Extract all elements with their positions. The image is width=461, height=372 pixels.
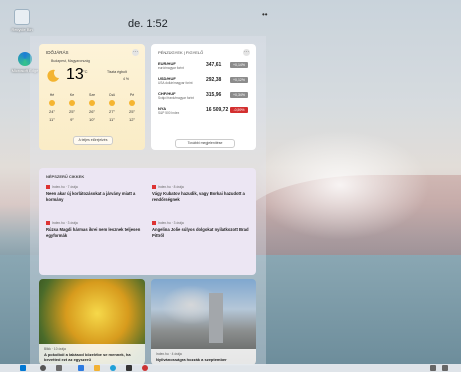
article-source: Index.hu · 4 órája — [156, 352, 182, 356]
stocks-title: PÉNZÜGYEK | FIGYELŐ — [158, 50, 204, 55]
forecast-high: 24° — [48, 109, 56, 114]
article-source: Blikk · 10 órája — [44, 347, 66, 351]
weather-condition: Tiszta égbolt — [107, 70, 127, 74]
article-headline[interactable]: Rúzsa Magdi hármas ikrei nem lesznek tel… — [46, 227, 144, 239]
recycle-bin-shortcut[interactable]: Recycle Bin — [5, 9, 39, 32]
article-source: Index.hu · 8 órája — [152, 185, 250, 190]
weather-unit[interactable]: °C — [83, 69, 88, 74]
article-source-text: Index.hu · 3 órája — [158, 221, 184, 225]
stock-value: 347,61 — [206, 62, 222, 68]
drag-handle[interactable]: •• — [262, 10, 268, 19]
weather-location: Budapest, Magyarország — [51, 59, 90, 63]
file-explorer-icon[interactable] — [94, 365, 100, 371]
article-headline[interactable]: Angelina Jolie súlyos dolgokat nyilatkoz… — [152, 227, 250, 239]
app-icon[interactable] — [142, 365, 148, 371]
task-view-icon[interactable] — [56, 365, 62, 371]
start-icon[interactable] — [20, 365, 26, 371]
wallpaper-glow — [250, 130, 430, 240]
news-image-card-left[interactable]: Blikk · 10 órája A pokolból a lakásod kö… — [39, 279, 145, 365]
stock-value: 16 509,72 — [206, 107, 229, 113]
source-logo-icon — [152, 185, 156, 190]
recycle-bin-icon — [14, 9, 30, 25]
article-source-text: Index.hu · 7 órája — [52, 185, 78, 189]
weather-title: IDŐJÁRÁS — [46, 50, 69, 55]
news-item[interactable]: Index.hu · 7 órája Neen akar új korlátozá… — [46, 185, 144, 203]
stock-row[interactable]: NYA S&P 500 Index 16 509,72 -0,59% — [158, 106, 250, 118]
source-logo-icon — [46, 185, 50, 190]
source-logo-icon — [152, 221, 156, 226]
widgets-icon[interactable] — [78, 365, 84, 371]
image-caption: Blikk · 10 órája A pokolból a lakásod kö… — [39, 344, 145, 365]
stocks-widget[interactable]: PÉNZÜGYEK | FIGYELŐ ··· EUR/HUF euró/magy… — [151, 44, 256, 150]
article-source: Index.hu · 3 órája — [46, 221, 144, 226]
article-headline[interactable]: Neen akar új korlátozásokat a járvány mi… — [46, 191, 144, 203]
news-item[interactable]: Index.hu · 3 órája Angelina Jolie súlyos … — [152, 221, 250, 239]
article-headline[interactable]: Nyilvánosságra hozzák a szeptember — [156, 357, 251, 362]
forecast-day: Hé 24° 11° — [45, 93, 59, 122]
stock-change-badge: +0,34% — [230, 92, 248, 98]
image-caption: Index.hu · 4 órája Nyilvánosságra hozzák… — [151, 349, 256, 365]
news-item[interactable]: Index.hu · 3 órája Rúzsa Magdi hármas ikr… — [46, 221, 144, 239]
tower-image — [209, 293, 223, 343]
stock-row[interactable]: EUR/HUF euró/magyar forint 347,61 +0,14% — [158, 61, 250, 73]
stock-change-badge: -0,59% — [230, 107, 248, 113]
stock-row[interactable]: USD/HUF USA dollár/magyar forint 292,38 +0,… — [158, 76, 250, 88]
stock-name: S&P 500 Index — [158, 111, 180, 115]
stocks-more-button[interactable]: További megjelenítése — [175, 139, 235, 148]
article-source: Index.hu · 7 órája — [46, 185, 144, 190]
forecast-low: 11° — [49, 117, 55, 122]
network-icon[interactable] — [430, 365, 436, 371]
stocks-more-icon[interactable]: ··· — [243, 49, 250, 56]
weather-precipitation: 4 % — [123, 77, 130, 81]
weather-more-icon[interactable]: ··· — [132, 49, 139, 56]
stock-change-badge: +0,14% — [230, 62, 248, 68]
stock-change-badge: +0,12% — [230, 77, 248, 83]
article-source-text: Index.hu · 3 órája — [52, 221, 78, 225]
stock-name: USA dollár/magyar forint — [158, 81, 193, 85]
moon-icon — [47, 69, 59, 82]
volume-icon[interactable] — [442, 365, 448, 371]
news-item[interactable]: Index.hu · 8 órája Vágy Kubatov hazudik, … — [152, 185, 250, 203]
stock-row[interactable]: CHF/HUF Svájci frank/magyar forint 315,96 +… — [158, 91, 250, 103]
news-title: NÉPSZERŰ CIKKEK — [46, 174, 85, 179]
news-image-card-right[interactable]: Index.hu · 4 órája Nyilvánosságra hozzák… — [151, 279, 256, 365]
widgets-clock: de. 1:52 — [128, 18, 168, 30]
sun-icon — [49, 100, 55, 106]
article-source: Index.hu · 3 órája — [152, 221, 250, 226]
store-icon[interactable] — [126, 365, 132, 371]
forecast-day-label: Hé — [49, 93, 55, 97]
stock-name: euró/magyar forint — [158, 66, 184, 70]
taskbar — [0, 364, 461, 372]
recycle-bin-label: Recycle Bin — [11, 27, 33, 32]
stock-name: Svájci frank/magyar forint — [158, 96, 194, 100]
article-headline[interactable]: Vágy Kubatov hazudik, vagy Borkai hazudo… — [152, 191, 250, 203]
edge-taskbar-icon[interactable] — [110, 365, 116, 371]
source-logo-icon — [46, 221, 50, 226]
news-widget[interactable]: NÉPSZERŰ CIKKEK Index.hu · 7 órája Neen a… — [39, 168, 256, 275]
search-icon[interactable] — [40, 365, 46, 371]
article-headline[interactable]: A pokolból a lakásod közelébe se mennek,… — [44, 352, 140, 362]
stock-value: 315,96 — [206, 92, 222, 98]
stock-value: 292,38 — [206, 77, 222, 83]
article-source-text: Index.hu · 8 órája — [158, 185, 184, 189]
